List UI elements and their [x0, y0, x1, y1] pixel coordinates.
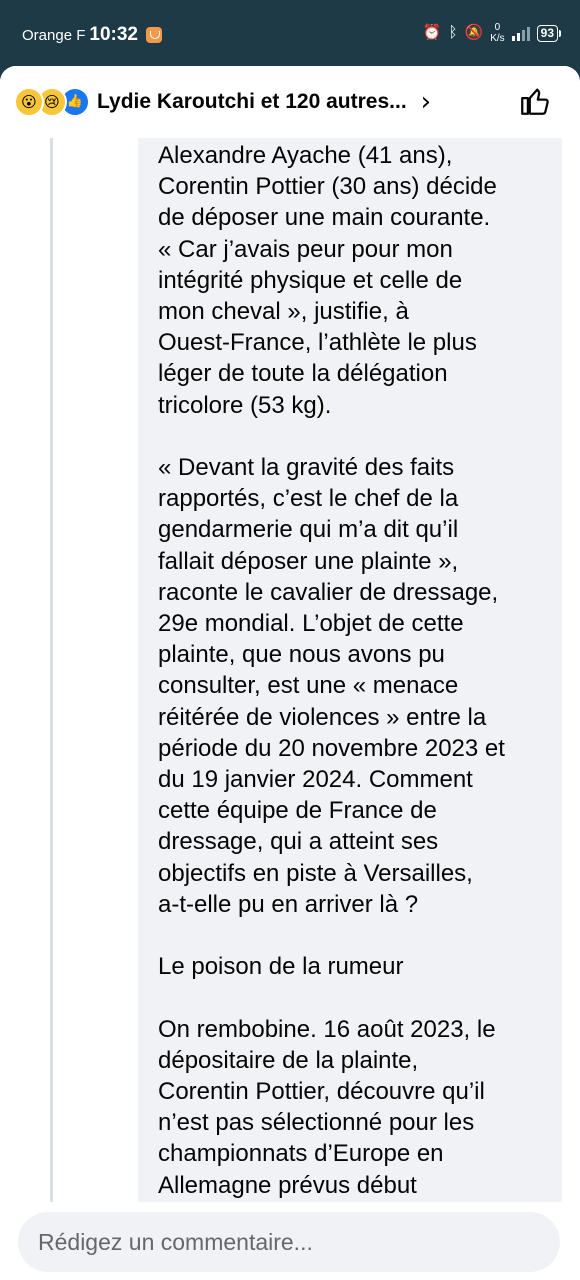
clock: 10:32 [89, 24, 138, 45]
comment-line: Alexandre Ayache (41 ans), [158, 142, 453, 169]
comment-bubble[interactable]: Alexandre Ayache (41 ans), Corentin Potti… [138, 138, 562, 1202]
chevron-right-icon[interactable]: › [421, 89, 431, 115]
comment-line: consulter, est une « menace [158, 672, 459, 700]
comment-line: période du 20 novembre 2023 et [158, 734, 505, 762]
comment-text: Alexandre Ayache (41 ans), Corentin Potti… [158, 140, 558, 1201]
alarm-icon: ⏰ [422, 24, 442, 41]
comment-line: Corentin Pottier (30 ans) décide [158, 173, 497, 201]
mute-icon: 🔕 [464, 24, 484, 41]
comment-line: léger de toute la délégation [158, 360, 448, 388]
comment-paragraph: Le poison de la rumeur [158, 951, 558, 982]
comment-line: cette équipe de France de [158, 797, 437, 825]
carrier-name: Orange F [22, 26, 86, 44]
net-speed-value: 0 [494, 22, 501, 33]
comments-sheet: 😮 😢 👍 Lydie Karoutchi et 120 autres... ›… [0, 66, 580, 1280]
comment-line: 29e mondial. L’objet de cette [158, 610, 464, 638]
net-speed-unit: K/s [490, 33, 505, 44]
status-left: Orange F 10:32 [22, 24, 162, 46]
reactions-summary[interactable]: Lydie Karoutchi et 120 autres... [97, 90, 407, 114]
battery-icon: 93 [536, 24, 562, 42]
comment-line: de déposer une main courante. [158, 204, 491, 232]
comment-line: réitérée de violences » entre la [158, 703, 487, 731]
comment-line: « Devant la gravité des faits [158, 454, 455, 482]
reaction-icons[interactable]: 😮 😢 👍 [14, 87, 90, 117]
notification-app-icon [145, 27, 162, 43]
comment-thread[interactable]: Alexandre Ayache (41 ans), Corentin Potti… [0, 138, 580, 1202]
comment-line: « Car j’avais peur pour mon [158, 235, 453, 263]
comment-composer [0, 1202, 580, 1280]
status-bar: Orange F 10:32 ⏰ ᛒ 🔕 0 K/s 93 [0, 0, 580, 66]
bluetooth-icon: ᛒ [448, 24, 458, 41]
comment-line: On rembobine. 16 août 2023, le [158, 1015, 496, 1043]
comment-paragraph: Alexandre Ayache (41 ans), Corentin Potti… [158, 140, 558, 421]
comment-line: Allemagne prévus début [158, 1171, 417, 1199]
thread-connector-line [50, 138, 53, 1202]
comment-line: intégrité physique et celle de [158, 266, 463, 294]
battery-level: 93 [540, 25, 554, 40]
comment-line: Corentin Pottier, découvre qu’il [158, 1078, 485, 1106]
comment-paragraph: « Devant la gravité des faits rapportés, … [158, 452, 558, 920]
like-button-icon[interactable] [518, 84, 552, 118]
comment-line: Le poison de la rumeur [158, 953, 404, 981]
comment-line: plainte, que nous avons pu [158, 641, 445, 669]
comment-line: n’est pas sélectionné pour les [158, 1109, 475, 1137]
comment-line: Ouest-France, l’athlète le plus [158, 329, 477, 357]
signal-icon [511, 25, 530, 41]
comment-line: championnats d’Europe en [158, 1140, 444, 1168]
comment-line: gendarmerie qui m’a dit qu’il [158, 516, 459, 544]
comment-input[interactable] [18, 1212, 560, 1272]
comment-line: tricolore (53 kg). [158, 391, 332, 419]
comment-line: objectifs en piste à Versailles, [158, 859, 473, 887]
comment-line: mon cheval », justifie, à [158, 298, 409, 326]
comment-line: fallait déposer une plainte », [158, 547, 459, 575]
comment-line: dressage, qui a atteint ses [158, 828, 439, 856]
comment-paragraph: On rembobine. 16 août 2023, le dépositair… [158, 1014, 558, 1201]
status-right: ⏰ ᛒ 🔕 0 K/s 93 [422, 22, 562, 44]
reactions-header[interactable]: 😮 😢 👍 Lydie Karoutchi et 120 autres... › [0, 66, 580, 138]
comment-line: raconte le cavalier de dressage, [158, 578, 499, 606]
comment-line: rapportés, c’est le chef de la [158, 485, 459, 513]
comment-line: dépositaire de la plainte, [158, 1046, 419, 1074]
comment-line: a-t-elle pu en arriver là ? [158, 890, 419, 918]
wow-reaction-icon: 😮 [14, 87, 44, 117]
net-speed: 0 K/s [490, 22, 504, 44]
comment-line: du 19 janvier 2024. Comment [158, 766, 473, 794]
